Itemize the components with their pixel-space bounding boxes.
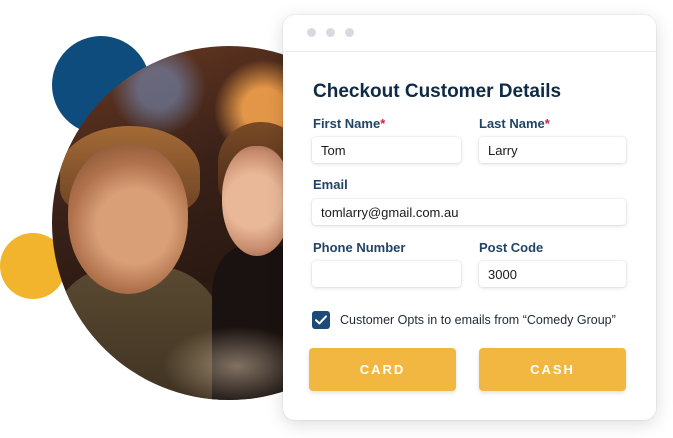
photo-person-left-face — [68, 144, 188, 294]
first-name-label-text: First Name — [313, 116, 381, 131]
email-label: Email — [313, 177, 348, 192]
checkmark-icon — [315, 315, 327, 325]
checkout-form-card: Checkout Customer Details First Name* La… — [283, 15, 656, 420]
phone-number-label: Phone Number — [313, 240, 406, 255]
window-dot-icon — [326, 28, 335, 37]
window-title-bar — [283, 15, 656, 52]
first-name-input[interactable] — [312, 137, 461, 163]
opt-in-checkbox[interactable] — [312, 311, 330, 329]
phone-number-input[interactable] — [312, 261, 461, 287]
window-dot-icon — [345, 28, 354, 37]
first-name-label: First Name* — [313, 116, 385, 131]
form-title: Checkout Customer Details — [313, 81, 562, 102]
post-code-label: Post Code — [479, 240, 544, 255]
card-payment-button[interactable]: CARD — [309, 348, 456, 391]
last-name-input[interactable] — [479, 137, 626, 163]
last-name-label: Last Name* — [479, 116, 550, 131]
email-input[interactable] — [312, 199, 626, 225]
post-code-input[interactable] — [479, 261, 626, 287]
required-mark: * — [380, 116, 386, 131]
cash-payment-button[interactable]: CASH — [479, 348, 626, 391]
last-name-label-text: Last Name — [479, 116, 545, 131]
photo-person-right-face — [222, 146, 292, 256]
window-dot-icon — [307, 28, 316, 37]
required-mark: * — [544, 116, 550, 131]
opt-in-label: Customer Opts in to emails from “Comedy … — [340, 313, 616, 327]
